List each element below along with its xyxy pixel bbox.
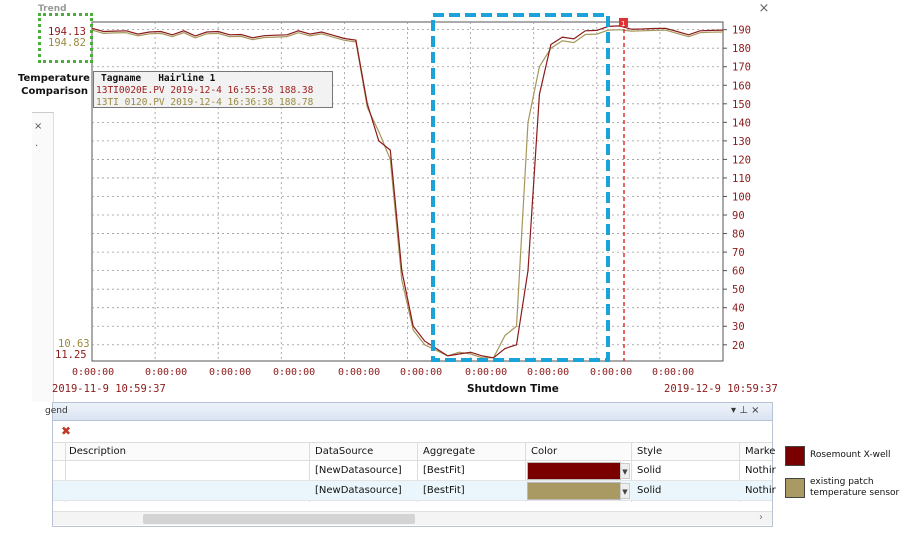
x-tick-label: 0:00:00: [590, 367, 633, 378]
y-min-readout-red: 11.25: [55, 349, 87, 361]
y-tick-label: 90: [732, 210, 745, 222]
x-tick-label: 0:00:00: [400, 367, 443, 378]
y-tick-label: 20: [732, 340, 745, 352]
cell-aggregate[interactable]: [BestFit]: [423, 465, 465, 476]
hairline-info-box: Tagname Hairline 1 13TI0020E.PV 2019-12-…: [93, 71, 333, 108]
readout-highlight-box: [38, 13, 93, 63]
trend-chart[interactable]: 20 30 40 50 60 70 80 90 100 110 120 130 140 150 160 170…: [0, 0, 913, 400]
table-row[interactable]: [NewDatasource] [BestFit] ▼ Solid Nothir: [53, 461, 776, 481]
cell-datasource[interactable]: [NewDatasource]: [315, 485, 402, 496]
y-tick-label: 190: [732, 25, 751, 37]
x-tick-label: 0:00:00: [527, 367, 570, 378]
horizontal-scrollbar[interactable]: ›: [53, 511, 772, 525]
legend-swatch-red: [785, 446, 805, 466]
x-range-end: 2019-12-9 10:59:37: [664, 383, 778, 395]
y-tick-label: 180: [732, 43, 751, 55]
hairline-marker-label: 1: [621, 20, 625, 28]
legend-panel: gend ▾ ⊥ × ✖ Description DataSource Aggr…: [45, 402, 776, 527]
delete-icon[interactable]: ✖: [61, 424, 71, 438]
shutdown-time-label: Shutdown Time: [467, 383, 559, 395]
panel-pin-icon[interactable]: ▾ ⊥ ×: [731, 405, 759, 416]
legend-title: gend: [45, 406, 68, 416]
y-tick-label: 150: [732, 99, 751, 111]
x-range-start: 2019-11-9 10:59:37: [52, 383, 166, 395]
y-tick-label: 100: [732, 191, 751, 203]
chevron-right-icon[interactable]: ›: [759, 512, 763, 523]
x-tick-label: 0:00:00: [465, 367, 508, 378]
chevron-down-icon[interactable]: ▼: [620, 483, 630, 499]
hairline-header: Tagname Hairline 1: [101, 73, 216, 84]
column-header-datasource[interactable]: DataSource: [315, 446, 373, 457]
cell-aggregate[interactable]: [BestFit]: [423, 485, 465, 496]
column-header-color[interactable]: Color: [531, 446, 557, 457]
temperature-comparison-label: Temperature Comparison: [18, 73, 90, 97]
y-tick-label: 30: [732, 321, 745, 333]
y-tick-label: 160: [732, 80, 751, 92]
y-tick-label: 130: [732, 136, 751, 148]
cell-datasource[interactable]: [NewDatasource]: [315, 465, 402, 476]
legend-label-rosemount: Rosemount X-well: [810, 450, 891, 460]
table-row[interactable]: [NewDatasource] [BestFit] ▼ Solid Nothir: [53, 481, 776, 501]
y-tick-label: 40: [732, 303, 745, 315]
y-tick-label: 50: [732, 284, 745, 296]
y-tick-label: 140: [732, 117, 751, 129]
cell-marker[interactable]: Nothir: [745, 485, 776, 496]
legend-swatch-olive: [785, 478, 805, 498]
column-header-description[interactable]: Description: [69, 446, 126, 457]
chevron-down-icon[interactable]: ▼: [620, 463, 630, 479]
legend-header: gend ▾ ⊥ ×: [45, 403, 772, 421]
color-swatch[interactable]: [527, 462, 621, 480]
column-header-style[interactable]: Style: [637, 446, 662, 457]
legend-label-patch-sensor: existing patch temperature sensor: [810, 477, 900, 498]
column-header-aggregate[interactable]: Aggregate: [423, 446, 475, 457]
y-tick-label: 170: [732, 62, 751, 74]
cell-marker[interactable]: Nothir: [745, 465, 776, 476]
column-header-marker[interactable]: Marke: [745, 446, 775, 457]
x-tick-label: 0:00:00: [145, 367, 188, 378]
color-swatch[interactable]: [527, 482, 621, 500]
cell-style[interactable]: Solid: [637, 485, 661, 496]
hairline-row-red: 13TI0020E.PV 2019-12-4 16:55:58 188.38: [96, 85, 314, 96]
x-tick-label: 0:00:00: [209, 367, 252, 378]
y-tick-label: 80: [732, 229, 745, 241]
x-tick-label: 0:00:00: [72, 367, 115, 378]
x-tick-label: 0:00:00: [652, 367, 695, 378]
grid-header: Description DataSource Aggregate Color S…: [53, 442, 775, 461]
y-tick-label: 60: [732, 266, 745, 278]
x-tick-label: 0:00:00: [338, 367, 381, 378]
hairline-row-olive: 13TI_0120.PV 2019-12-4 16:36:38 188.78: [96, 97, 314, 108]
y-tick-label: 120: [732, 154, 751, 166]
y-tick-label: 110: [732, 173, 751, 185]
x-tick-label: 0:00:00: [273, 367, 316, 378]
scrollbar-thumb[interactable]: [143, 514, 415, 524]
cell-style[interactable]: Solid: [637, 465, 661, 476]
y-tick-label: 70: [732, 247, 745, 259]
